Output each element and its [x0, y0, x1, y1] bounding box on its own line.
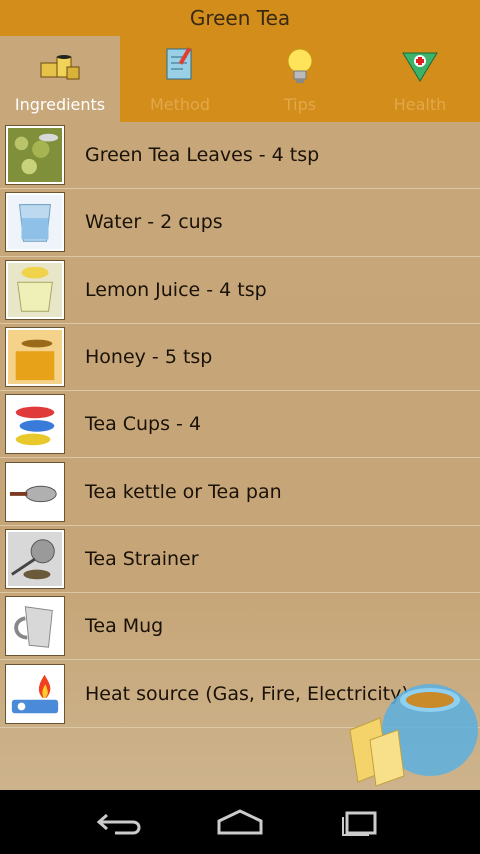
tea-pan-icon: [5, 461, 65, 522]
list-item-label: Lemon Juice - 4 tsp: [85, 278, 267, 301]
list-item[interactable]: Tea Cups - 4: [0, 391, 480, 459]
tab-label: Tips: [283, 95, 317, 114]
tea-cups-icon: [5, 394, 65, 455]
list-item[interactable]: Tea Strainer: [0, 526, 480, 594]
tab-method[interactable]: Method: [120, 36, 240, 122]
list-item-label: Tea Cups - 4: [85, 413, 202, 436]
app-title: Green Tea: [189, 6, 291, 30]
lightbulb-icon: [277, 43, 323, 89]
method-icon: [157, 43, 203, 89]
tab-ingredients[interactable]: Ingredients: [0, 36, 120, 122]
tab-health[interactable]: Health: [360, 36, 480, 122]
list-item-label: Green Tea Leaves - 4 tsp: [85, 144, 320, 167]
tea-strainer-icon: [5, 528, 65, 589]
health-icon: [397, 43, 443, 89]
tea-mug-icon: [5, 596, 65, 657]
list-item-label: Tea Strainer: [85, 547, 199, 570]
recents-icon[interactable]: [330, 802, 390, 842]
list-item[interactable]: Heat source (Gas, Fire, Electricity): [0, 660, 480, 728]
list-item[interactable]: Green Tea Leaves - 4 tsp: [0, 122, 480, 190]
system-nav-bar: [0, 790, 480, 854]
tab-label: Method: [149, 95, 210, 114]
honey-icon: [5, 327, 65, 388]
tab-label: Health: [393, 95, 447, 114]
lemon-juice-icon: [5, 259, 65, 320]
tab-tips[interactable]: Tips: [240, 36, 360, 122]
water-glass-icon: [5, 192, 65, 253]
tea-leaves-icon: [5, 125, 65, 186]
list-item[interactable]: Tea kettle or Tea pan: [0, 458, 480, 526]
list-item-label: Tea kettle or Tea pan: [85, 480, 282, 503]
list-item[interactable]: Tea Mug: [0, 593, 480, 661]
app-title-bar: Green Tea: [0, 0, 480, 36]
list-item-label: Water - 2 cups: [85, 211, 223, 234]
list-item[interactable]: Honey - 5 tsp: [0, 324, 480, 392]
list-item[interactable]: Lemon Juice - 4 tsp: [0, 257, 480, 324]
list-item[interactable]: Water - 2 cups: [0, 189, 480, 257]
list-item-label: Tea Mug: [85, 615, 164, 638]
ingredients-list: Green Tea Leaves - 4 tsp Water - 2 cups …: [0, 122, 480, 790]
list-item-label: Honey - 5 tsp: [85, 346, 213, 369]
ingredients-icon: [37, 43, 83, 89]
tab-bar: Ingredients Method Tips Health: [0, 36, 480, 122]
list-item-label: Heat source (Gas, Fire, Electricity): [85, 682, 409, 705]
home-icon[interactable]: [210, 802, 270, 842]
tab-label: Ingredients: [14, 95, 106, 114]
back-icon[interactable]: [90, 802, 150, 842]
stove-icon: [5, 663, 65, 724]
